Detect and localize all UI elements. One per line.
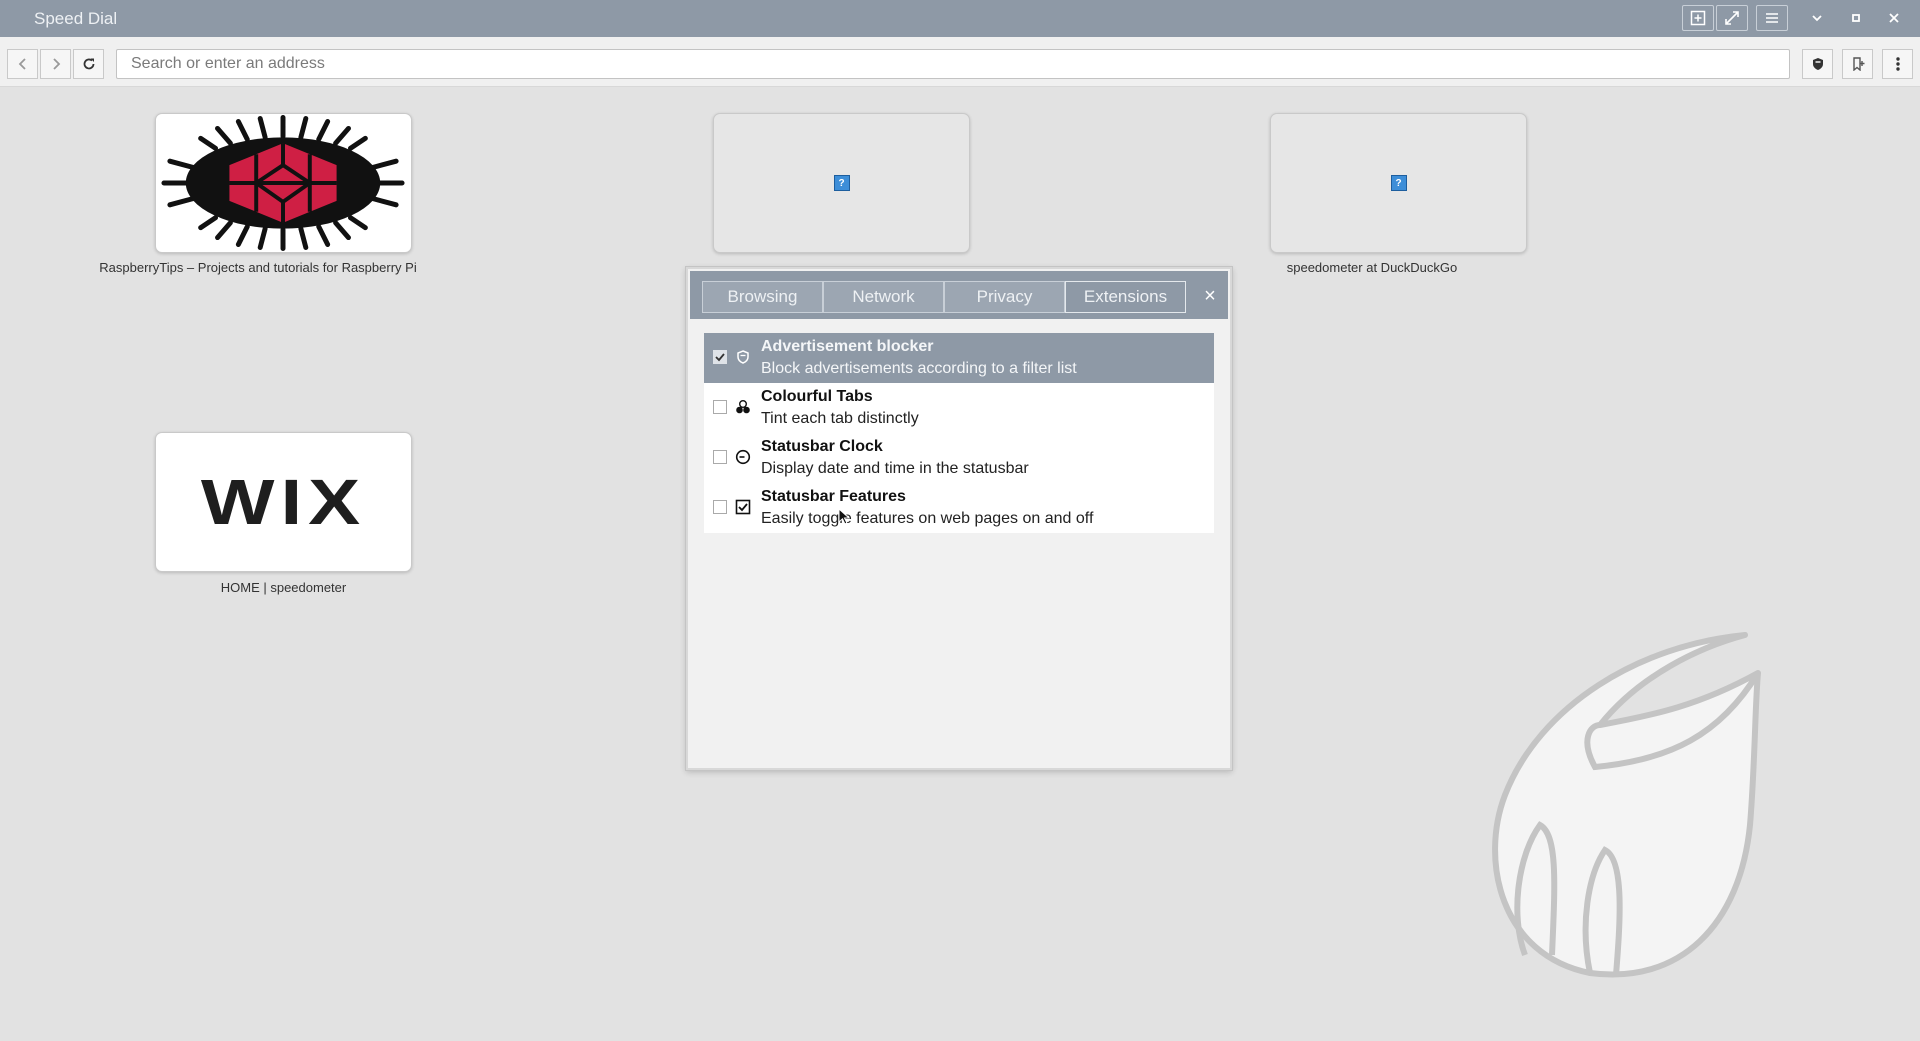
extension-enable-checkbox[interactable]: [713, 500, 727, 514]
navigation-toolbar: [0, 37, 1920, 87]
extension-description: Easily toggle features on web pages on a…: [761, 510, 1094, 527]
hamburger-icon: [1766, 13, 1778, 23]
address-input[interactable]: [117, 50, 1789, 78]
new-tab-button[interactable]: [1682, 5, 1714, 31]
close-icon: [1889, 13, 1899, 23]
window-title: Speed Dial: [34, 9, 118, 28]
fullscreen-icon: [1725, 11, 1739, 25]
wix-logo: WIX: [200, 465, 367, 538]
speed-dial-tile-duckduckgo[interactable]: ?: [1270, 113, 1527, 253]
forward-button[interactable]: [40, 49, 71, 79]
reload-button[interactable]: [73, 49, 104, 79]
back-button[interactable]: [7, 49, 38, 79]
midori-watermark-logo: [1492, 632, 1761, 978]
tab-browsing[interactable]: Browsing: [702, 281, 823, 313]
extension-description: Display date and time in the statusbar: [761, 460, 1029, 477]
tab-privacy[interactable]: Privacy: [944, 281, 1065, 313]
extension-row-colourful-tabs[interactable]: Colourful Tabs Tint each tab distinctly: [704, 383, 1214, 433]
dialog-close-button[interactable]: ×: [1198, 283, 1222, 309]
menu-button[interactable]: [1756, 5, 1788, 31]
vertical-dots-icon: [1895, 57, 1900, 71]
extension-row-advertisement-blocker[interactable]: Advertisement blocker Block advertisemen…: [704, 333, 1214, 383]
mouse-cursor-icon: [838, 508, 850, 525]
new-tab-icon: [1690, 10, 1706, 26]
extension-name: Statusbar Clock: [761, 438, 883, 455]
bookmark-button[interactable]: [1842, 49, 1873, 79]
extension-enable-checkbox[interactable]: [713, 350, 727, 364]
bookmark-add-icon: [1852, 57, 1864, 71]
raspberrytips-logo: [161, 115, 405, 251]
extension-enable-checkbox[interactable]: [713, 400, 727, 414]
extension-name: Colourful Tabs: [761, 388, 873, 405]
title-bar: Speed Dial: [0, 0, 1920, 37]
maximize-button[interactable]: [1841, 6, 1871, 30]
tile-label-speedometer: HOME | speedometer: [220, 580, 347, 595]
extension-enable-checkbox[interactable]: [713, 450, 727, 464]
shield-icon: [735, 349, 751, 365]
fullscreen-button[interactable]: [1716, 5, 1748, 31]
speed-dial-tile-unknown[interactable]: ?: [713, 113, 970, 253]
chevron-down-icon: [1812, 15, 1822, 22]
dialog-tab-bar: Browsing Network Privacy Extensions ×: [690, 271, 1228, 319]
checkmark-icon: [715, 353, 725, 362]
extension-description: Block advertisements according to a filt…: [761, 360, 1077, 377]
checkbox-icon: [735, 499, 751, 515]
adblock-button[interactable]: [1802, 49, 1833, 79]
close-icon: ×: [1204, 284, 1216, 307]
more-menu-button[interactable]: [1882, 49, 1913, 79]
missing-image-icon: ?: [1390, 175, 1407, 191]
tile-label-duckduckgo: speedometer at DuckDuckGo: [1286, 260, 1458, 275]
maximize-icon: [1852, 14, 1860, 22]
speed-dial-tile-speedometer[interactable]: WIX: [155, 432, 412, 572]
preferences-dialog: Browsing Network Privacy Extensions × Ad…: [686, 267, 1232, 770]
extension-row-statusbar-clock[interactable]: Statusbar Clock Display date and time in…: [704, 433, 1214, 483]
extension-name: Advertisement blocker: [761, 338, 934, 355]
extension-row-statusbar-features[interactable]: Statusbar Features Easily toggle feature…: [704, 483, 1214, 533]
minimize-button[interactable]: [1802, 6, 1832, 30]
extensions-list: Advertisement blocker Block advertisemen…: [704, 333, 1214, 533]
extension-description: Tint each tab distinctly: [761, 410, 919, 427]
speed-dial-tile-raspberrytips[interactable]: [155, 113, 412, 253]
shield-icon: [1812, 58, 1823, 70]
missing-image-icon: ?: [833, 175, 850, 191]
address-bar[interactable]: [116, 49, 1790, 79]
colour-circles-icon: [735, 399, 751, 415]
tile-label-raspberrytips: RaspberryTips – Projects and tutorials f…: [99, 260, 417, 275]
close-window-button[interactable]: [1879, 6, 1909, 30]
chevron-left-icon: [18, 58, 26, 70]
tab-network[interactable]: Network: [823, 281, 944, 313]
extension-name: Statusbar Features: [761, 488, 906, 505]
clock-icon: [735, 449, 751, 465]
chevron-right-icon: [52, 58, 60, 70]
tab-extensions[interactable]: Extensions: [1065, 281, 1186, 313]
reload-icon: [83, 58, 94, 70]
